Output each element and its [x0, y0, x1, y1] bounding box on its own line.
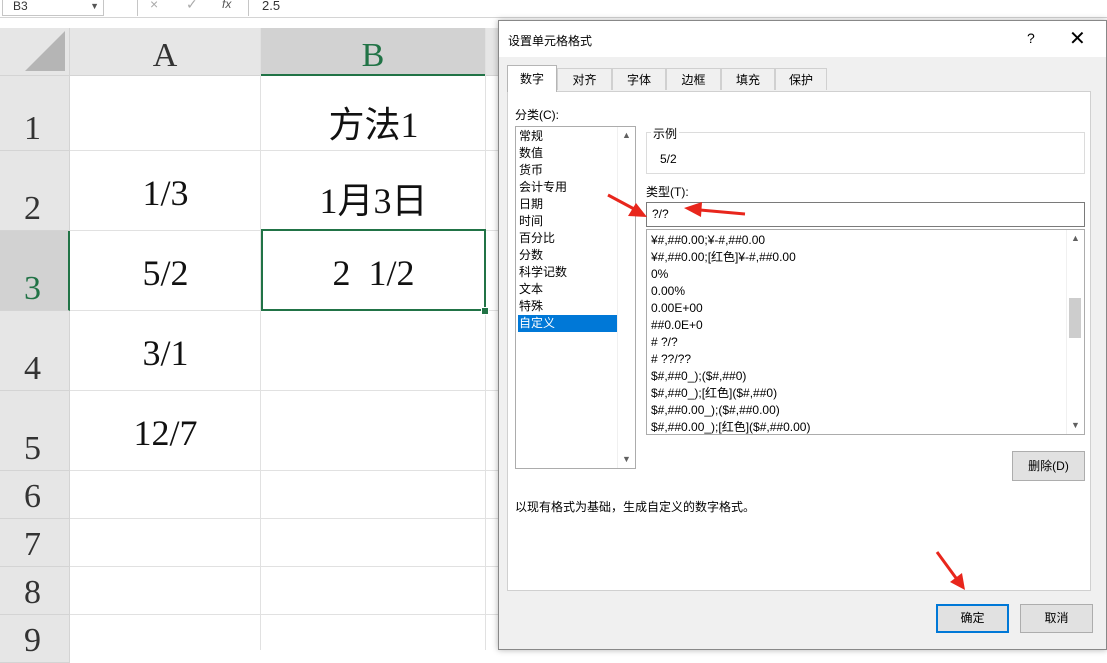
category-item[interactable]: 科学记数	[518, 264, 620, 281]
category-label: 分类(C):	[515, 108, 559, 122]
active-cell-border	[261, 229, 486, 311]
row-header-9[interactable]: 9	[0, 615, 70, 663]
chevron-down-icon[interactable]: ▼	[90, 0, 99, 15]
format-cells-dialog: 设置单元格格式 ? ✕ 数字 对齐 字体 边框 填充 保护 分类(C): 常规 …	[498, 20, 1107, 650]
format-item[interactable]: ¥#,##0.00;[红色]¥-#,##0.00	[651, 249, 796, 266]
formula-icons: × ✓ fx	[137, 0, 249, 16]
row-header-4[interactable]: 4	[0, 311, 70, 391]
scroll-down-icon[interactable]: ▼	[1067, 417, 1084, 434]
tab-fill[interactable]: 填充	[721, 68, 775, 90]
row-header-1[interactable]: 1	[0, 76, 70, 151]
format-item[interactable]: ¥#,##0.00;¥-#,##0.00	[651, 232, 765, 249]
category-item[interactable]: 文本	[518, 281, 620, 298]
format-item[interactable]: 0%	[651, 266, 668, 283]
formula-input[interactable]: 2.5	[262, 0, 280, 13]
format-item[interactable]: 0.00%	[651, 283, 685, 300]
category-item[interactable]: 常规	[518, 128, 620, 145]
format-item[interactable]: # ?/?	[651, 334, 678, 351]
name-box-value: B3	[13, 0, 28, 13]
type-input[interactable]: ?/?	[646, 202, 1085, 227]
cell-a2[interactable]: 1/3	[70, 172, 261, 214]
tab-alignment[interactable]: 对齐	[557, 68, 612, 90]
scroll-up-icon[interactable]: ▲	[1067, 230, 1084, 247]
category-item[interactable]: 时间	[518, 213, 620, 230]
formula-bar: B3 ▼ × ✓ fx 2.5	[0, 0, 1107, 18]
category-item[interactable]: 货币	[518, 162, 620, 179]
ok-button[interactable]: 确定	[936, 604, 1009, 633]
cell-a3[interactable]: 5/2	[70, 252, 261, 294]
format-item[interactable]: $#,##0.00_);[红色]($#,##0.00)	[651, 419, 810, 436]
category-list[interactable]: 常规 数值 货币 会计专用 日期 时间 百分比 分数 科学记数 文本 特殊 自定…	[515, 126, 636, 469]
select-all-corner[interactable]	[0, 28, 70, 76]
cancel-icon[interactable]: ×	[150, 0, 158, 11]
row-header-2[interactable]: 2	[0, 151, 70, 231]
fx-icon[interactable]: fx	[222, 0, 231, 11]
description-text: 以现有格式为基础，生成自定义的数字格式。	[515, 500, 756, 514]
category-item[interactable]: 百分比	[518, 230, 620, 247]
tab-font[interactable]: 字体	[612, 68, 666, 90]
row-header-5[interactable]: 5	[0, 391, 70, 471]
scroll-down-icon[interactable]: ▼	[618, 451, 635, 468]
format-item[interactable]: $#,##0.00_);($#,##0.00)	[651, 402, 780, 419]
type-label: 类型(T):	[646, 185, 689, 199]
number-tab-panel: 分类(C): 常规 数值 货币 会计专用 日期 时间 百分比 分数 科学记数 文…	[507, 91, 1091, 591]
format-scrollbar[interactable]: ▲ ▼	[1066, 230, 1084, 434]
format-item[interactable]: $#,##0_);($#,##0)	[651, 368, 746, 385]
format-item[interactable]: # ??/??	[651, 351, 691, 368]
row-header-7[interactable]: 7	[0, 519, 70, 567]
cell-a4[interactable]: 3/1	[70, 332, 261, 374]
close-icon[interactable]: ✕	[1069, 26, 1086, 51]
format-item[interactable]: 0.00E+00	[651, 300, 703, 317]
format-item[interactable]: ##0.0E+0	[651, 317, 703, 334]
tab-number[interactable]: 数字	[507, 65, 557, 92]
sample-value: 5/2	[660, 152, 677, 166]
row-header-6[interactable]: 6	[0, 471, 70, 519]
tab-border[interactable]: 边框	[666, 68, 721, 90]
category-item[interactable]: 会计专用	[518, 179, 620, 196]
category-item[interactable]: 数值	[518, 145, 620, 162]
row-header-8[interactable]: 8	[0, 567, 70, 615]
category-item[interactable]: 分数	[518, 247, 620, 264]
column-header-b[interactable]: B	[261, 28, 486, 76]
cell-a5[interactable]: 12/7	[70, 412, 261, 454]
format-item[interactable]: $#,##0_);[红色]($#,##0)	[651, 385, 777, 402]
category-scrollbar[interactable]: ▲ ▼	[617, 127, 635, 468]
enter-icon[interactable]: ✓	[186, 0, 198, 11]
sample-label: 示例	[651, 125, 680, 142]
category-item-selected[interactable]: 自定义	[518, 315, 620, 332]
name-box[interactable]: B3 ▼	[2, 0, 104, 16]
cell-b2[interactable]: 1月3日	[261, 172, 486, 224]
column-header-a[interactable]: A	[70, 28, 261, 76]
fill-handle[interactable]	[481, 307, 489, 315]
category-item[interactable]: 特殊	[518, 298, 620, 315]
cell-b1[interactable]: 方法1	[261, 96, 486, 148]
cancel-button[interactable]: 取消	[1020, 604, 1093, 633]
tab-protection[interactable]: 保护	[775, 68, 827, 90]
scroll-thumb[interactable]	[1069, 298, 1081, 338]
delete-button[interactable]: 删除(D)	[1012, 451, 1085, 481]
dialog-title: 设置单元格格式	[508, 34, 593, 48]
format-list[interactable]: ¥#,##0.00;¥-#,##0.00 ¥#,##0.00;[红色]¥-#,#…	[646, 229, 1085, 435]
scroll-up-icon[interactable]: ▲	[618, 127, 635, 144]
dialog-titlebar: 设置单元格格式 ? ✕	[499, 21, 1106, 57]
sample-group: 示例 5/2	[646, 125, 1085, 174]
category-item[interactable]: 日期	[518, 196, 620, 213]
help-button[interactable]: ?	[1027, 30, 1035, 46]
row-header-3[interactable]: 3	[0, 231, 70, 311]
